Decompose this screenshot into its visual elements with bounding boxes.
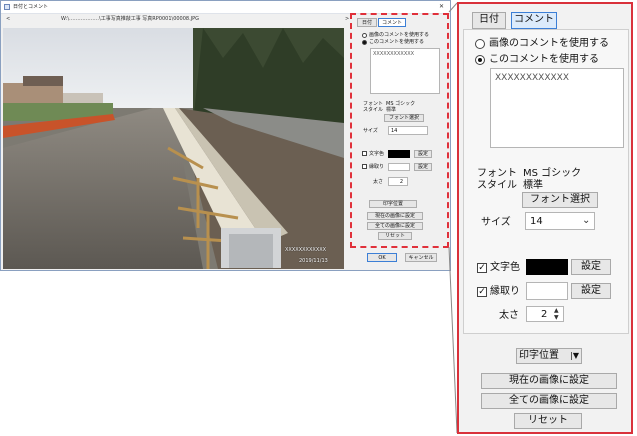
tab-date-zoom[interactable]: 日付 bbox=[472, 12, 506, 29]
apply-all-button[interactable]: 全ての画像に設定 bbox=[481, 393, 617, 409]
dropdown-arrow-icon: |▼ bbox=[570, 351, 580, 360]
checkbox-outline[interactable]: ✓ bbox=[477, 287, 487, 297]
size-value: 14 bbox=[530, 216, 543, 227]
font-name: MS ゴシック bbox=[523, 168, 582, 179]
text-color-set-button[interactable]: 設定 bbox=[571, 259, 611, 275]
text-color-swatch[interactable] bbox=[526, 259, 568, 275]
outline-color-swatch[interactable] bbox=[526, 282, 568, 300]
zoomed-settings-panel: 日付 コメント 画像のコメントを使用する このコメントを使用する XXXXXXX… bbox=[457, 2, 633, 434]
spin-up-icon[interactable]: ▲ bbox=[554, 307, 559, 314]
print-position-label: 印字位置 bbox=[518, 350, 559, 361]
thickness-value: 2 bbox=[541, 309, 548, 320]
outline-label: 縁取り bbox=[490, 286, 520, 297]
comment-textarea[interactable]: XXXXXXXXXXXX bbox=[490, 68, 624, 148]
font-label-line2: スタイル bbox=[477, 180, 517, 191]
reset-button[interactable]: リセット bbox=[514, 413, 582, 429]
radio-use-image-comment[interactable] bbox=[475, 39, 485, 49]
label-use-image-comment: 画像のコメントを使用する bbox=[489, 38, 609, 49]
thickness-spinner[interactable]: 2 ▲ ▼ bbox=[526, 306, 564, 322]
size-select[interactable]: 14 ⌄ bbox=[525, 212, 595, 230]
label-use-this-comment: このコメントを使用する bbox=[489, 54, 599, 65]
font-style: 標準 bbox=[523, 180, 543, 191]
radio-use-this-comment[interactable] bbox=[475, 55, 485, 65]
checkbox-text-color[interactable]: ✓ bbox=[477, 263, 487, 273]
text-color-label: 文字色 bbox=[490, 262, 520, 273]
thickness-label: 太さ bbox=[499, 310, 519, 321]
font-label-line1: フォント bbox=[477, 168, 517, 179]
spin-down-icon[interactable]: ▼ bbox=[554, 314, 559, 321]
print-position-button[interactable]: 印字位置 |▼ bbox=[516, 348, 582, 364]
outline-set-button[interactable]: 設定 bbox=[571, 283, 611, 299]
font-select-button[interactable]: フォント選択 bbox=[522, 192, 598, 208]
comment-text: XXXXXXXXXXXX bbox=[495, 73, 569, 83]
apply-current-button[interactable]: 現在の画像に設定 bbox=[481, 373, 617, 389]
chevron-down-icon: ⌄ bbox=[582, 215, 591, 226]
size-label: サイズ bbox=[481, 217, 511, 228]
tab-comment-zoom[interactable]: コメント bbox=[511, 12, 557, 29]
